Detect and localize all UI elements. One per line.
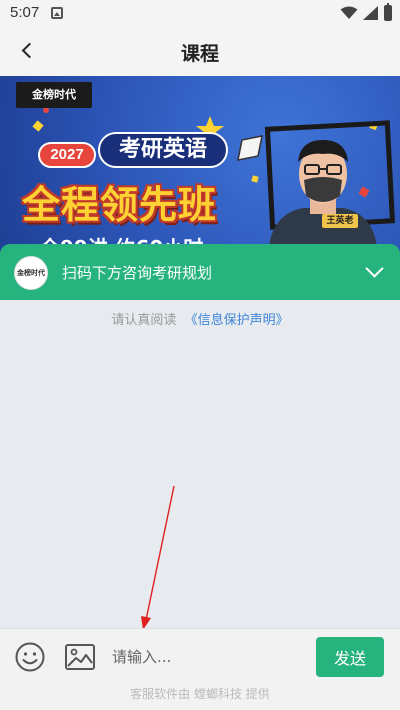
consult-title: 扫码下方咨询考研规划 — [62, 264, 213, 282]
powered-by-note: 客服软件由 螳螂科技 提供 — [130, 687, 270, 701]
course-banner[interactable]: 金榜时代 2027 考研英语 全程领先班 全99讲·约60小时 王英老 — [0, 76, 400, 256]
annotation-arrow — [141, 485, 175, 628]
privacy-policy-link[interactable]: 《信息保护声明》 — [185, 313, 289, 328]
status-time: 5:07 — [10, 4, 40, 21]
message-input[interactable] — [112, 639, 302, 675]
image-notification-icon — [51, 7, 63, 19]
chevron-down-icon[interactable] — [364, 260, 386, 282]
emoji-icon[interactable] — [14, 641, 46, 673]
app-header: 课程 — [0, 26, 400, 76]
privacy-prefix: 请认真阅读 — [111, 313, 177, 328]
message-input-bar: 发送 客服软件由 螳螂科技 提供 — [0, 628, 400, 710]
brand-logo-text: 金榜时代 — [32, 88, 76, 101]
image-upload-icon[interactable] — [64, 643, 96, 671]
banner-headline: 全程领先班 — [22, 183, 218, 227]
wifi-icon — [340, 6, 358, 19]
page-title: 课程 — [180, 43, 219, 65]
send-button[interactable]: 发送 — [316, 637, 384, 677]
teacher-name-tag: 王英老 — [322, 214, 358, 228]
chat-area: 请认真阅读 《信息保护声明》 — [0, 300, 400, 628]
status-bar: 5:07 — [0, 0, 400, 26]
signal-icon — [363, 6, 378, 20]
consult-avatar-text: 金榜时代 — [17, 268, 45, 277]
battery-icon — [384, 3, 392, 21]
consult-avatar: 金榜时代 — [14, 256, 48, 290]
consult-bar[interactable]: 金榜时代 扫码下方咨询考研规划 — [0, 244, 400, 300]
subject-badge: 考研英语 — [98, 132, 228, 168]
year-badge: 2027 — [38, 142, 96, 168]
teacher-photo — [268, 140, 378, 256]
brand-logo: 金榜时代 — [16, 82, 92, 108]
privacy-notice: 请认真阅读 《信息保护声明》 — [0, 309, 400, 328]
